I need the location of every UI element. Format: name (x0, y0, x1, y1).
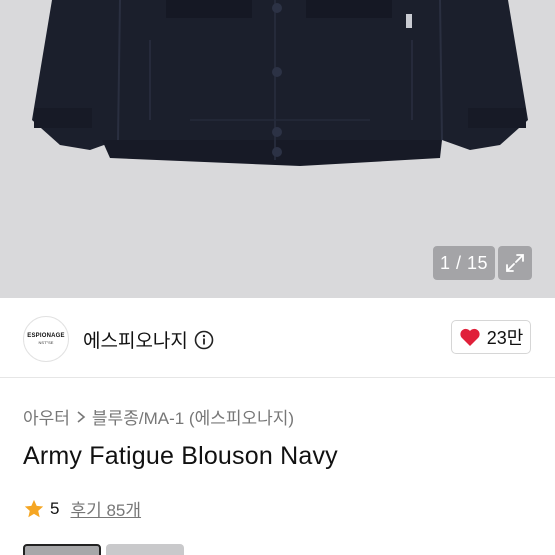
brand-logo-text: ESPIONAGE (27, 333, 65, 339)
rating-score: 5 (50, 498, 60, 518)
brand-logo[interactable]: ESPIONAGE NST°SE (23, 316, 69, 362)
heart-icon (460, 328, 480, 346)
review-count-link[interactable]: 후기 85개 (70, 496, 141, 521)
color-option-selected[interactable] (23, 544, 101, 555)
product-title: Army Fatigue Blouson Navy (23, 442, 338, 470)
breadcrumb-subcategory[interactable]: 블루종/MA-1 (에스피오나지) (92, 404, 294, 429)
like-button[interactable]: 23만 (451, 320, 531, 354)
image-counter: 1 / 15 (433, 246, 495, 280)
brand-logo-subtext: NST°SE (38, 340, 54, 345)
color-option[interactable] (106, 544, 184, 555)
breadcrumb-category[interactable]: 아우터 (23, 404, 70, 429)
star-icon (24, 499, 44, 517)
breadcrumb: 아우터 블루종/MA-1 (에스피오나지) (23, 404, 294, 429)
like-count: 23만 (486, 328, 524, 348)
brand-name-link[interactable]: 에스피오나지 (83, 326, 214, 353)
expand-icon (506, 254, 524, 272)
brand-name: 에스피오나지 (83, 331, 188, 352)
rating: 5 후기 85개 (23, 496, 141, 521)
chevron-right-icon (77, 410, 86, 423)
expand-button[interactable] (498, 246, 532, 280)
product-image-carousel[interactable]: 1 / 15 (0, 0, 555, 298)
info-icon[interactable] (194, 330, 214, 350)
brand-row: ESPIONAGE NST°SE 에스피오나지 23만 (0, 298, 555, 378)
